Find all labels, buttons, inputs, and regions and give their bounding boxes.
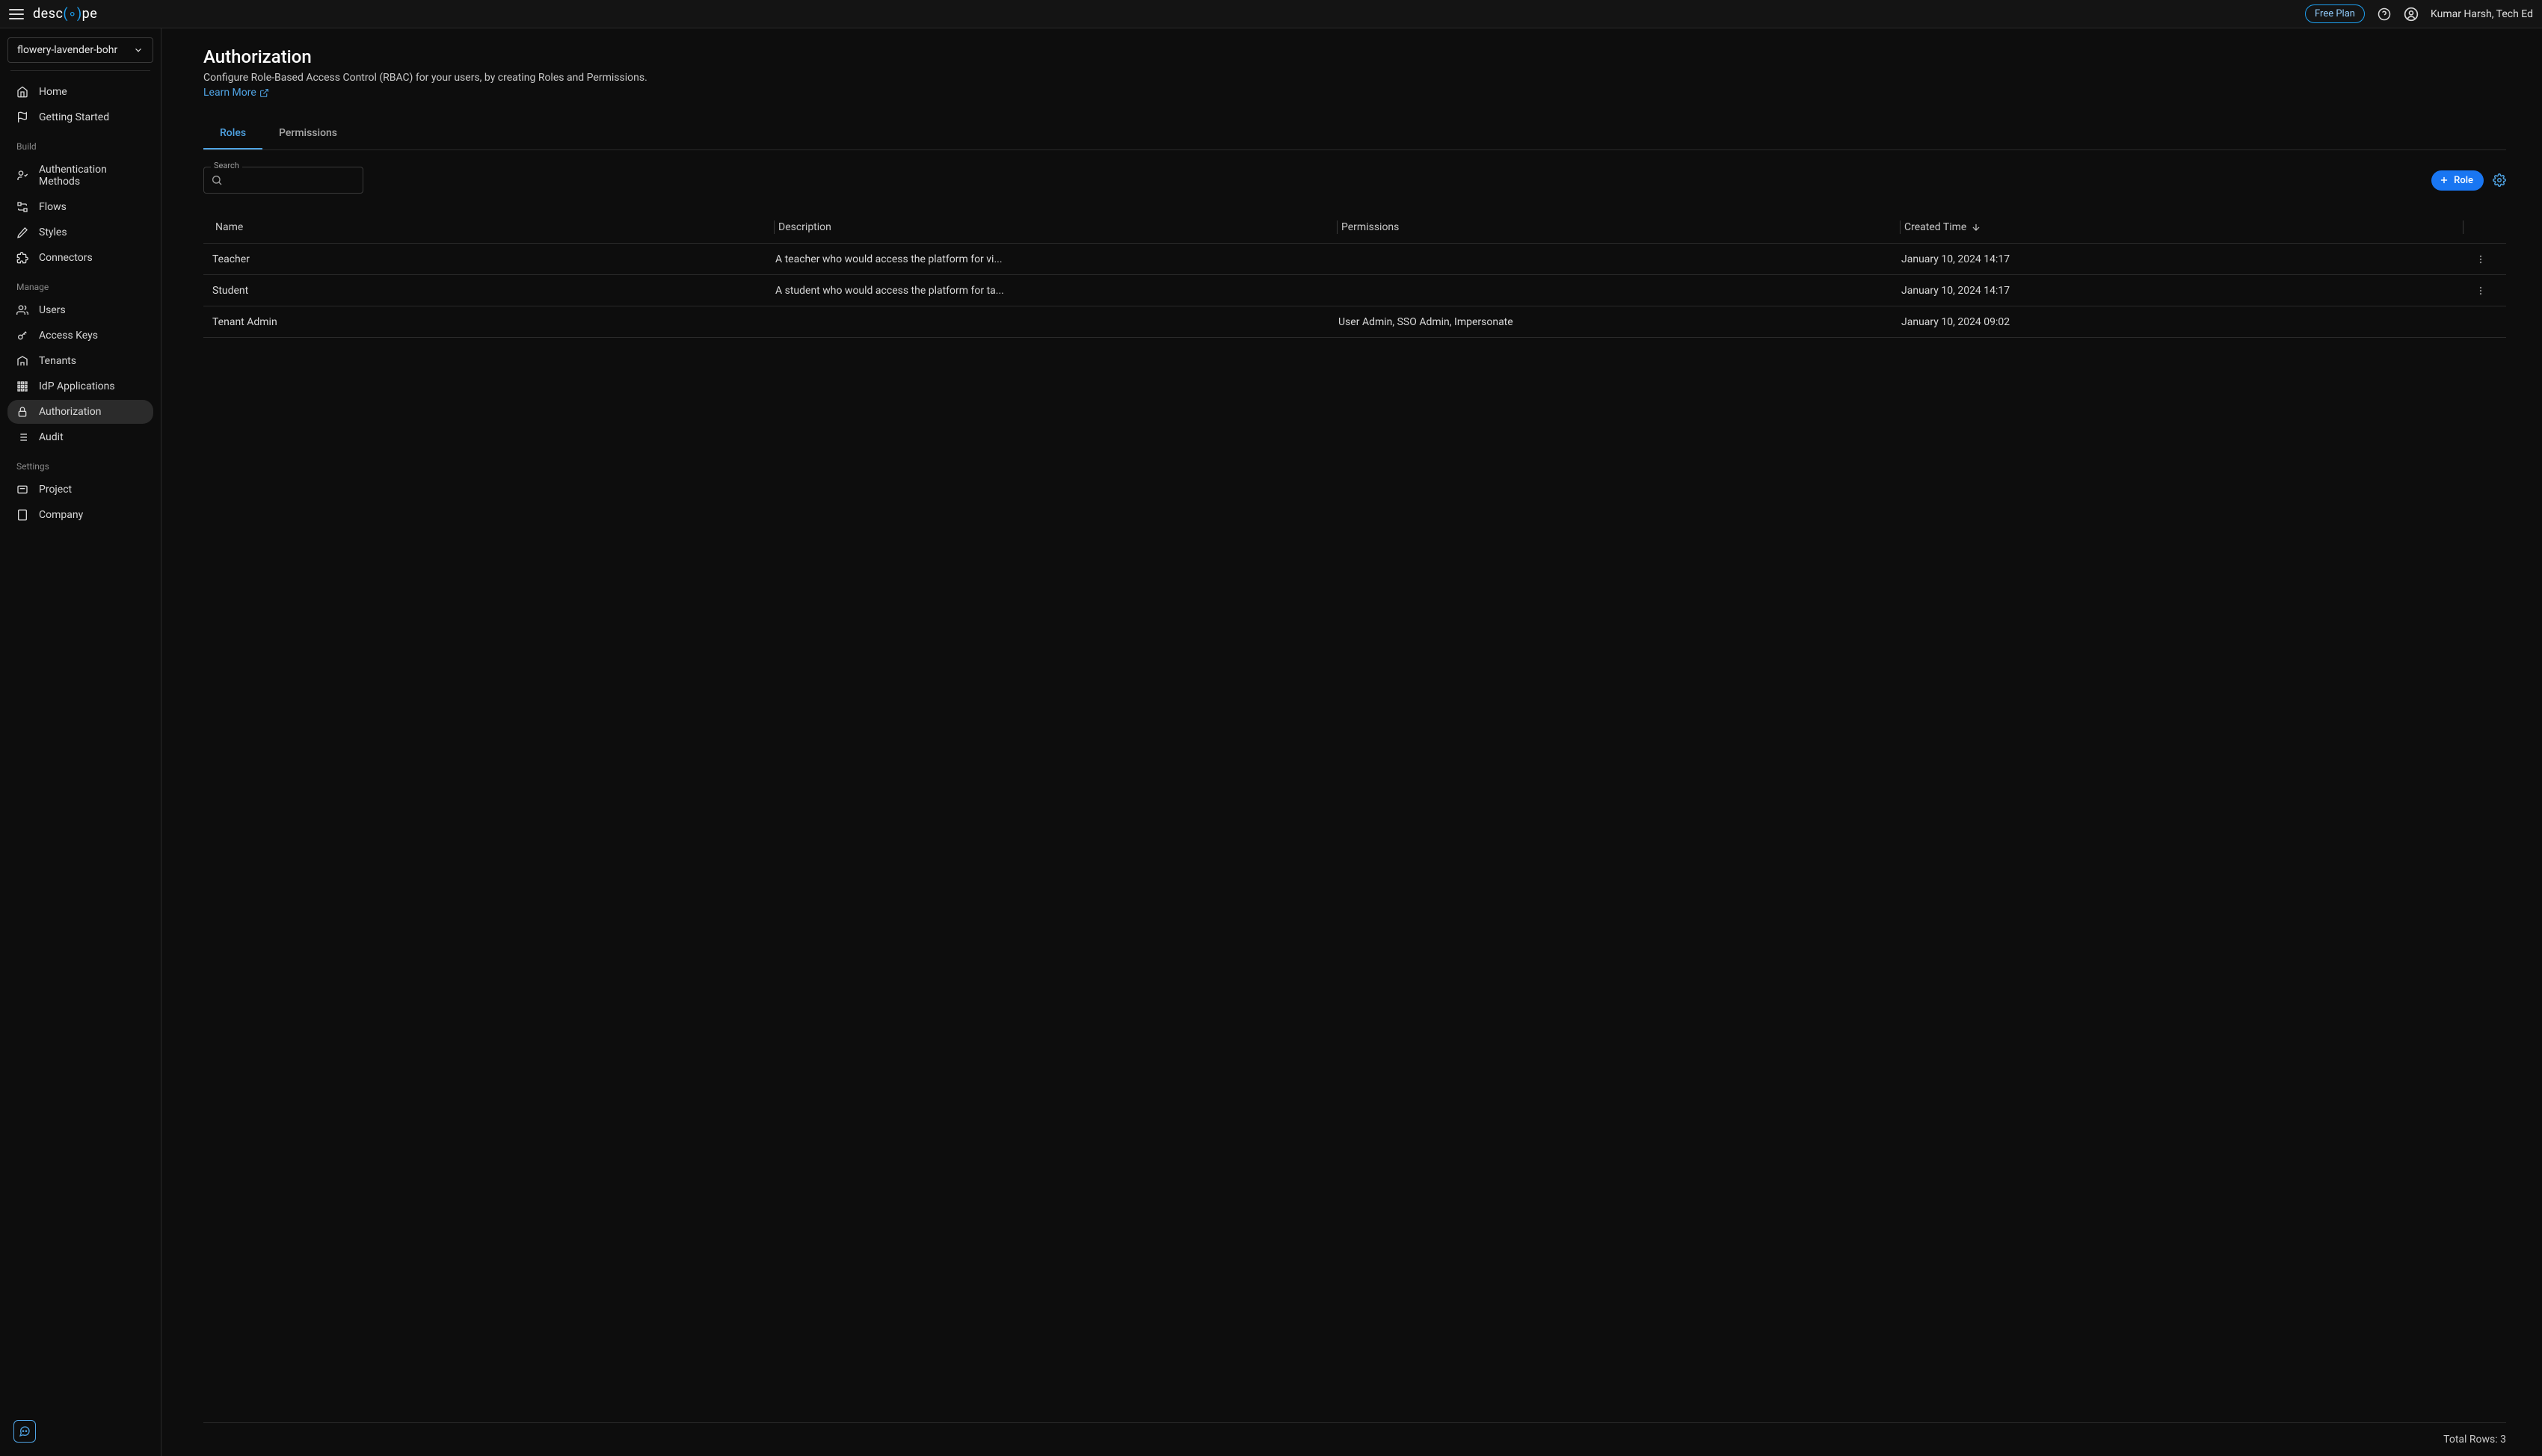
help-icon[interactable] [2377,7,2392,22]
sidebar-item-label: Tenants [39,355,76,367]
plus-icon [2439,175,2449,185]
sidebar-item-label: Users [39,304,66,316]
sidebar-item-label: IdP Applications [39,380,115,392]
sidebar-item-authorization[interactable]: Authorization [7,400,153,424]
cell-name: Tenant Admin [212,316,775,328]
sidebar-item-flows[interactable]: Flows [7,195,153,219]
chevron-down-icon [133,45,144,55]
cell-created: January 10, 2024 09:02 [1901,316,2464,328]
cell-name: Student [212,285,775,297]
row-actions[interactable] [2464,286,2497,296]
section-build: Build [7,131,153,158]
col-name[interactable]: Name [212,221,775,233]
row-actions[interactable] [2464,254,2497,265]
header-left: desc(∘)pe [9,6,97,22]
table-row[interactable]: TeacherA teacher who would access the pl… [203,244,2506,275]
sidebar-item-company[interactable]: Company [7,503,153,527]
sidebar-item-tenants[interactable]: Tenants [7,349,153,373]
page-title: Authorization [203,46,2506,67]
tabs: Roles Permissions [203,117,2506,150]
cell-description: A student who would access the platform … [775,285,1338,297]
free-plan-button[interactable]: Free Plan [2305,4,2365,23]
sidebar-item-idp-apps[interactable]: IdP Applications [7,374,153,398]
cell-name: Teacher [212,253,775,265]
brush-icon [16,226,28,238]
col-permissions[interactable]: Permissions [1338,221,1901,233]
sidebar-item-label: Access Keys [39,330,98,342]
cell-description: A teacher who would access the platform … [775,253,1338,265]
table-footer: Total Rows: 3 [203,1422,2506,1456]
lock-icon [16,406,28,418]
users-icon [16,304,28,316]
sidebar-item-label: Project [39,484,72,496]
sidebar-item-auth-methods[interactable]: Authentication Methods [7,158,153,194]
key-icon [16,330,28,342]
add-role-button[interactable]: Role [2431,170,2484,191]
menu-icon[interactable] [9,9,24,19]
logo-accent: (∘) [63,6,81,22]
fingerprint-icon [16,170,28,182]
sidebar-item-label: Authentication Methods [39,164,144,188]
sidebar-item-styles[interactable]: Styles [7,220,153,244]
sidebar-item-users[interactable]: Users [7,298,153,322]
tab-permissions[interactable]: Permissions [262,117,354,149]
folder-icon [16,484,28,496]
section-settings: Settings [7,451,153,478]
sidebar-item-label: Getting Started [39,111,109,123]
sidebar-item-getting-started[interactable]: Getting Started [7,105,153,129]
section-manage: Manage [7,271,153,298]
chat-widget[interactable] [13,1420,36,1443]
sidebar-item-label: Styles [39,226,67,238]
tenants-icon [16,355,28,367]
sidebar-item-label: Company [39,509,83,521]
search-icon [211,174,223,186]
flows-icon [16,201,28,213]
sidebar-item-home[interactable]: Home [7,80,153,104]
sidebar: flowery-lavender-bohr Home Getting Start… [0,28,161,1456]
search-label: Search [211,161,242,170]
sidebar-item-audit[interactable]: Audit [7,425,153,449]
main-content: Authorization Configure Role-Based Acces… [161,28,2542,1456]
cell-created: January 10, 2024 14:17 [1901,285,2464,297]
header-right: Free Plan Kumar Harsh, Tech Ed [2305,4,2533,23]
col-created-time[interactable]: Created Time [1901,221,2464,233]
building-icon [16,509,28,521]
learn-more-link[interactable]: Learn More [203,87,2506,99]
sort-desc-icon [1971,222,1981,232]
table-row[interactable]: StudentA student who would access the pl… [203,275,2506,306]
apps-icon [16,380,28,392]
roles-table: Name Description Permissions Created Tim… [203,212,2506,1456]
table-header: Name Description Permissions Created Tim… [203,212,2506,243]
total-rows: Total Rows: 3 [2443,1434,2506,1446]
project-name: flowery-lavender-bohr [17,44,117,56]
search-wrapper: Search [203,167,363,194]
flag-icon [16,111,28,123]
sidebar-item-connectors[interactable]: Connectors [7,246,153,270]
sidebar-item-project[interactable]: Project [7,478,153,502]
sidebar-item-label: Audit [39,431,64,443]
home-icon [16,86,28,98]
project-selector[interactable]: flowery-lavender-bohr [7,37,153,63]
user-name: Kumar Harsh, Tech Ed [2431,8,2533,20]
cell-permissions: User Admin, SSO Admin, Impersonate [1338,316,1901,328]
logo: desc(∘)pe [33,6,97,22]
sidebar-item-label: Flows [39,201,67,213]
app-header: desc(∘)pe Free Plan Kumar Harsh, Tech Ed [0,0,2542,28]
sidebar-item-label: Home [39,86,67,98]
sidebar-item-label: Authorization [39,406,101,418]
col-description[interactable]: Description [775,221,1338,233]
sidebar-item-access-keys[interactable]: Access Keys [7,324,153,348]
table-row[interactable]: Tenant Admin User Admin, SSO Admin, Imper… [203,306,2506,338]
external-link-icon [259,88,269,98]
search-input[interactable] [203,167,363,194]
toolbar: Search Role [203,167,2506,194]
sidebar-item-label: Connectors [39,252,93,264]
page-subtitle: Configure Role-Based Access Control (RBA… [203,72,2506,84]
puzzle-icon [16,252,28,264]
user-avatar-icon[interactable] [2404,7,2419,22]
cell-created: January 10, 2024 14:17 [1901,253,2464,265]
tab-roles[interactable]: Roles [203,117,262,149]
list-icon [16,431,28,443]
gear-icon[interactable] [2493,173,2506,187]
